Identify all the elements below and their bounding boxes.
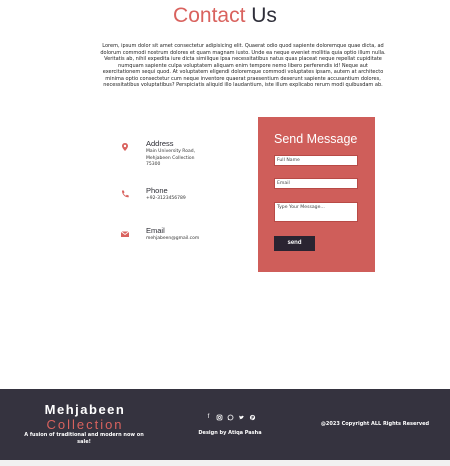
pinterest-icon[interactable] — [249, 414, 256, 421]
phone-title: Phone — [146, 186, 168, 195]
bottom-strip — [0, 460, 450, 466]
location-pin-icon — [122, 143, 128, 151]
whatsapp-icon[interactable] — [227, 414, 234, 421]
page-title-accent: Contact — [173, 4, 246, 27]
instagram-icon[interactable] — [216, 414, 223, 421]
full-name-input[interactable]: Full Name — [274, 155, 358, 166]
copyright-text: @2023 Copyright ALL Rights Reserved — [320, 421, 430, 427]
email-block: Email mehjabeen@gmail.com — [120, 226, 250, 246]
phone-block: Phone +92-3123456789 — [120, 186, 250, 206]
facebook-icon[interactable]: f — [205, 414, 212, 421]
envelope-icon — [120, 231, 130, 237]
phone-icon — [121, 190, 129, 198]
social-links: f — [205, 414, 256, 421]
twitter-icon[interactable] — [238, 414, 245, 421]
email-title: Email — [146, 226, 165, 235]
email-value[interactable]: mehjabeen@gmail.com — [146, 236, 226, 243]
address-block: Address Main University Road, Mehjabeen … — [120, 139, 250, 173]
brand-tagline: A fusion of traditional and modern now o… — [24, 432, 144, 445]
brand-name-line2[interactable]: Collection — [37, 417, 133, 432]
phone-value[interactable]: +92-3123456789 — [146, 196, 226, 203]
message-form: Send Message Full Name Email Type Your M… — [258, 117, 375, 272]
message-textarea[interactable]: Type Your Message... — [274, 202, 358, 222]
send-button[interactable]: send — [274, 236, 315, 251]
email-input[interactable]: Email — [274, 178, 358, 189]
intro-paragraph: Lorem, ipsum dolor sit amet consectetur … — [100, 43, 386, 89]
address-line3: 75300 — [146, 162, 161, 167]
form-title: Send Message — [274, 132, 358, 146]
brand-name-line1[interactable]: Mehjabeen — [37, 402, 133, 417]
page-title-rest: Us — [251, 4, 277, 27]
designer-credit: Design by Atiqa Pasha — [198, 430, 262, 436]
footer: Mehjabeen Collection A fusion of traditi… — [0, 389, 450, 460]
page-title: Contact Us — [0, 4, 450, 28]
address-title: Address — [146, 139, 174, 148]
address-value: Main University Road, Mehjabeen Collecti… — [146, 149, 226, 169]
